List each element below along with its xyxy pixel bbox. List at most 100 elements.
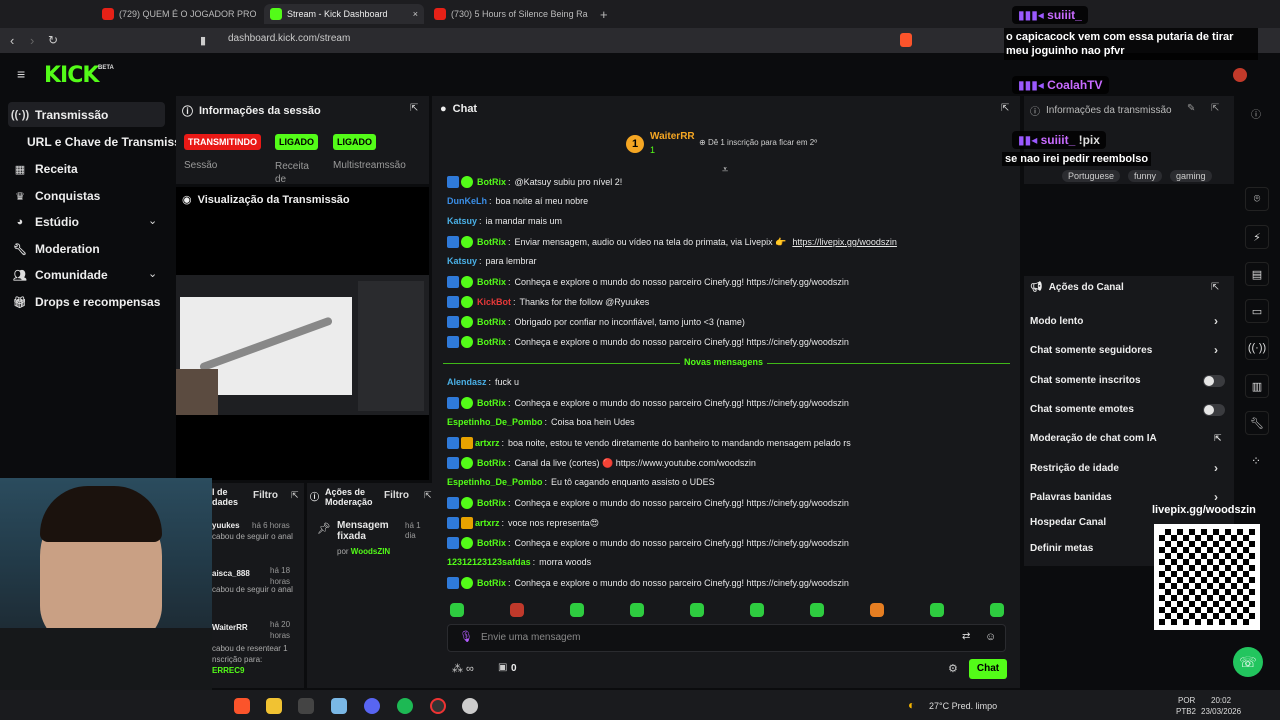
document-icon[interactable]: ▤ [1245,262,1269,286]
chat-username[interactable]: BotRix [477,337,506,347]
keyboard-layout[interactable]: PTB2 [1176,707,1196,716]
sidebar-item-comunidade[interactable]: 👥︎ Comunidade [13,268,108,282]
translate-icon[interactable]: ⇄ [962,631,970,642]
chat-username[interactable]: Alendasz [447,377,487,387]
chevron-right-icon[interactable]: › [1214,490,1218,504]
reload-icon[interactable]: ↻ [48,33,58,47]
points-icon[interactable]: ⁂ ∞ [452,662,474,675]
edit-pencil-icon[interactable]: ✎ [1187,103,1195,114]
popout-icon[interactable]: ⇱ [410,103,418,114]
chat-username[interactable]: Katsuy [447,256,477,266]
language-code[interactable]: POR [1178,696,1195,705]
obs-icon[interactable] [430,698,446,714]
brave-taskbar-icon[interactable] [234,698,250,714]
chat-username[interactable]: 12312123123safdas [447,557,531,567]
channel-action-item[interactable]: Modo lento [1030,316,1083,327]
channel-action-item[interactable]: Hospedar Canal [1030,517,1106,528]
kick-logo[interactable]: KICK [44,63,99,88]
sidebar-item-estudio[interactable]: ◕ Estúdio [14,215,79,229]
chat-username[interactable]: artxrz [475,438,500,448]
wrench-icon[interactable]: 🔧︎ [1245,411,1269,435]
clock-date[interactable]: 23/03/2026 [1201,707,1241,716]
emote-icon[interactable] [930,603,944,617]
tag-chip[interactable]: gaming [1170,170,1212,182]
close-tab-icon[interactable]: × [413,9,418,19]
app-icon[interactable] [331,698,347,714]
chat-username[interactable]: BotRix [477,398,506,408]
chat-input-placeholder[interactable]: Envie uma mensagem [481,632,581,643]
channel-action-item[interactable]: Chat somente inscritos [1030,375,1141,386]
emote-icon[interactable] [570,603,584,617]
emote-icon[interactable] [870,603,884,617]
sidebar-item-receita[interactable]: ▦ Receita [14,162,78,176]
browser-tab-active[interactable]: Stream - Kick Dashboard × [264,4,424,24]
popout-icon[interactable]: ⇱ [1211,103,1219,114]
sidebar-item-transmissao[interactable]: ((·)) Transmissão [11,108,109,122]
top-gifter-name[interactable]: WaiterRR [650,131,695,142]
chat-username[interactable]: Katsuy [447,216,477,226]
back-icon[interactable]: ‹ [10,33,14,48]
forward-icon[interactable]: › [30,33,34,48]
channel-action-item[interactable]: Chat somente seguidores [1030,345,1152,356]
external-link-icon[interactable]: ⇱ [1214,433,1222,444]
emote-icon[interactable] [690,603,704,617]
filter-button[interactable]: Filtro [384,490,409,501]
chat-username[interactable]: BotRix [477,458,506,468]
chat-link[interactable]: https://livepix.gg/woodszin [792,237,897,247]
browser-tab[interactable]: (730) 5 Hours of Silence Being Rando [428,4,588,24]
chat-icon[interactable]: ▭ [1245,299,1269,323]
chat-username[interactable]: DunKeLh [447,196,487,206]
emote-icon[interactable] [810,603,824,617]
target-icon[interactable]: ⌾ [1245,187,1269,211]
chat-username[interactable]: BotRix [477,538,506,548]
chat-username[interactable]: Espetinho_De_Pombo [447,477,543,487]
emote-icon[interactable] [510,603,524,617]
sidebar-item-moderation[interactable]: 🔧︎ Moderation [13,242,100,256]
chevron-right-icon[interactable]: › [1214,461,1218,475]
toggle-switch[interactable] [1203,404,1225,416]
app-icon[interactable] [298,698,314,714]
menu-icon[interactable]: ≡ [17,66,25,82]
sidebar-item-url-chave[interactable]: URL e Chave de Transmissão [27,135,195,149]
chat-username[interactable]: KickBot [477,297,511,307]
browser-tab[interactable]: (729) QUEM É O JOGADOR PROFISSIO [96,4,256,24]
emote-icon[interactable] [990,603,1004,617]
emote-icon[interactable] [450,603,464,617]
channel-action-item[interactable]: Restrição de idade [1030,463,1119,474]
collapse-icon[interactable]: ⩡ [722,164,728,177]
weather-text[interactable]: 27°C Pred. limpo [929,701,997,711]
settings-gear-icon[interactable]: ⚙ [948,662,958,675]
bookmark-icon[interactable]: ▮ [200,34,206,47]
chevron-right-icon[interactable]: › [1214,343,1218,357]
microphone-icon[interactable]: 🎙︎ [459,630,473,643]
brave-shield-icon[interactable] [900,33,912,47]
layout-icon[interactable]: ▥ [1245,374,1269,398]
emote-icon[interactable] [750,603,764,617]
toggle-switch[interactable] [1203,375,1225,387]
broadcast-icon[interactable]: ((·)) [1245,336,1269,360]
channel-action-item[interactable]: Definir metas [1030,543,1093,554]
popout-icon[interactable]: ⇱ [1001,103,1009,114]
chat-username[interactable]: BotRix [477,177,506,187]
support-chat-icon[interactable]: ☏ [1233,647,1263,677]
filter-button[interactable]: Filtro [253,490,278,501]
sidebar-item-drops[interactable]: 🎁︎ Drops e recompensas [13,295,160,309]
stream-preview-video[interactable] [176,275,429,415]
chat-username[interactable]: BotRix [477,317,506,327]
app-icon[interactable] [462,698,478,714]
popout-icon[interactable]: ⇱ [424,490,432,501]
chevron-right-icon[interactable]: › [1214,314,1218,328]
clock-time[interactable]: 20:02 [1211,696,1231,705]
more-icon[interactable]: ⁘ [1251,454,1261,468]
popout-icon[interactable]: ⇱ [291,490,299,501]
chat-username[interactable]: BotRix [477,277,506,287]
new-tab-button[interactable]: + [594,4,610,24]
chevron-down-icon[interactable]: ⌄ [148,267,157,280]
chat-username[interactable]: Espetinho_De_Pombo [447,417,543,427]
tag-chip[interactable]: funny [1128,170,1163,182]
chat-username[interactable]: BotRix [477,498,506,508]
popout-icon[interactable]: ⇱ [1211,282,1219,293]
channel-action-item[interactable]: Palavras banidas [1030,492,1112,503]
info-icon[interactable]: ⓘ [1251,106,1261,121]
lightning-icon[interactable]: ⚡︎ [1245,225,1269,249]
